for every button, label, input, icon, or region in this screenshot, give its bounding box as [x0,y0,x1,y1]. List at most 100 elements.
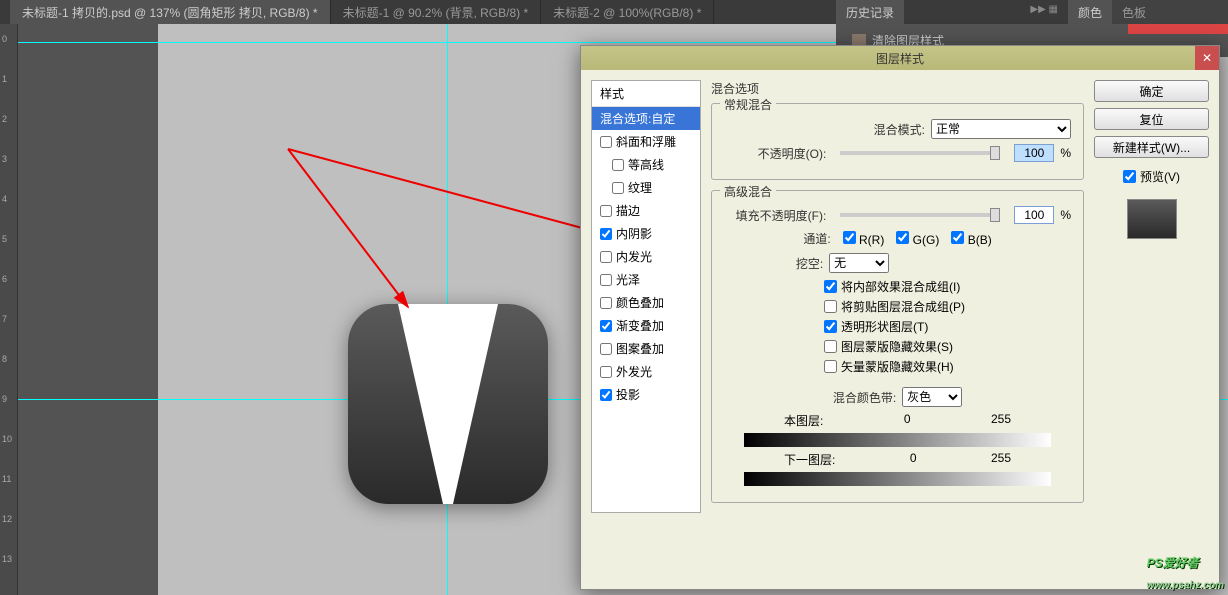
dialog-titlebar[interactable]: 图层样式 ✕ [581,46,1219,70]
style-label: 投影 [616,386,640,403]
ruler-tick: 2 [2,114,7,124]
knockout-select[interactable]: 无 [829,253,889,273]
adv-checkbox[interactable] [824,280,837,293]
style-checkbox[interactable] [600,297,612,309]
blend-mode-select[interactable]: 正常 [931,119,1071,139]
style-checkbox[interactable] [600,389,612,401]
history-tab[interactable]: 历史记录 [836,0,904,24]
style-label: 等高线 [628,156,664,173]
adv-checkbox[interactable] [824,300,837,313]
new-style-button[interactable]: 新建样式(W)... [1094,136,1209,158]
styles-header: 样式 [592,81,700,107]
percent-label-2: % [1060,208,1071,222]
style-checkbox[interactable] [600,343,612,355]
adv-check-3[interactable]: 图层蒙版隐藏效果(S) [724,338,1071,355]
adv-check-label: 将内部效果混合成组(I) [841,278,960,295]
adv-check-1[interactable]: 将剪贴图层混合成组(P) [724,298,1071,315]
close-button[interactable]: ✕ [1195,46,1219,70]
blending-options-panel: 混合选项 常规混合 混合模式: 正常 不透明度(O): % 高级混合 [711,80,1084,513]
style-label: 混合选项:自定 [600,110,675,127]
range-low-2: 0 [910,451,917,468]
opacity-input[interactable] [1014,144,1054,162]
color-tab[interactable]: 颜色 [1068,0,1112,24]
ruler-tick: 0 [2,34,7,44]
style-item-5[interactable]: 内阴影 [592,222,700,245]
style-checkbox[interactable] [600,274,612,286]
style-checkbox[interactable] [600,320,612,332]
rounded-rect-shape[interactable] [348,304,548,504]
adv-checkbox[interactable] [824,320,837,333]
general-blend-label: 常规混合 [720,96,776,113]
fill-opacity-slider[interactable] [840,213,1000,217]
ok-button[interactable]: 确定 [1094,80,1209,102]
blend-if-select[interactable]: 灰色 [902,387,962,407]
ruler-tick: 12 [2,514,12,524]
channel-r[interactable]: R(R) [843,231,885,247]
style-item-1[interactable]: 斜面和浮雕 [592,130,700,153]
style-item-3[interactable]: 纹理 [592,176,700,199]
doc-tab-3[interactable]: 未标题-2 @ 100%(RGB/8) * [541,0,714,24]
adv-check-0[interactable]: 将内部效果混合成组(I) [724,278,1071,295]
ruler-tick: 9 [2,394,7,404]
style-item-7[interactable]: 光泽 [592,268,700,291]
opacity-slider[interactable] [840,151,1000,155]
style-item-0[interactable]: 混合选项:自定 [592,107,700,130]
color-swatch[interactable] [1128,24,1228,34]
ruler-tick: 13 [2,554,12,564]
style-checkbox[interactable] [600,366,612,378]
ruler-tick: 3 [2,154,7,164]
adv-checkbox[interactable] [824,360,837,373]
style-item-10[interactable]: 图案叠加 [592,337,700,360]
style-checkbox[interactable] [600,205,612,217]
adv-check-4[interactable]: 矢量蒙版隐藏效果(H) [724,358,1071,375]
fill-opacity-input[interactable] [1014,206,1054,224]
style-checkbox[interactable] [600,251,612,263]
style-item-6[interactable]: 内发光 [592,245,700,268]
blend-if-label: 混合颜色带: [833,389,896,406]
adv-check-label: 图层蒙版隐藏效果(S) [841,338,953,355]
style-label: 渐变叠加 [616,317,664,334]
range-high-2: 255 [991,451,1011,468]
style-label: 颜色叠加 [616,294,664,311]
blend-mode-label: 混合模式: [874,121,925,138]
style-checkbox[interactable] [612,159,624,171]
opacity-label: 不透明度(O): [758,145,827,162]
ruler-tick: 4 [2,194,7,204]
this-layer-gradient[interactable] [744,433,1051,447]
style-checkbox[interactable] [600,136,612,148]
layer-style-dialog: 图层样式 ✕ 样式 混合选项:自定斜面和浮雕等高线纹理描边内阴影内发光光泽颜色叠… [580,45,1220,590]
doc-tab-2[interactable]: 未标题-1 @ 90.2% (背景, RGB/8) * [331,0,542,24]
underlying-gradient[interactable] [744,472,1051,486]
channel-g[interactable]: G(G) [896,231,939,247]
watermark: PS爱好者 www.psahz.com [1147,551,1224,593]
advanced-blending-group: 高级混合 填充不透明度(F): % 通道: R(R) G(G) B(B) 挖空:… [711,190,1084,503]
style-checkbox[interactable] [612,182,624,194]
underlying-label: 下一图层: [784,451,835,468]
style-item-8[interactable]: 颜色叠加 [592,291,700,314]
preview-label: 预览(V) [1140,168,1180,185]
preview-checkbox[interactable] [1123,170,1136,183]
cancel-button[interactable]: 复位 [1094,108,1209,130]
style-label: 纹理 [628,179,652,196]
style-item-9[interactable]: 渐变叠加 [592,314,700,337]
color-panel: 颜色 色板 [1068,0,1228,24]
channel-b[interactable]: B(B) [951,231,991,247]
adv-check-2[interactable]: 透明形状图层(T) [724,318,1071,335]
ruler-tick: 6 [2,274,7,284]
adv-check-label: 将剪贴图层混合成组(P) [841,298,965,315]
dialog-buttons: 确定 复位 新建样式(W)... 预览(V) [1094,80,1209,513]
style-item-11[interactable]: 外发光 [592,360,700,383]
style-item-4[interactable]: 描边 [592,199,700,222]
canvas-edge [18,24,158,595]
panel-expand-icon[interactable]: ▶▶ ▦ [1030,4,1058,15]
style-item-12[interactable]: 投影 [592,383,700,406]
style-checkbox[interactable] [600,228,612,240]
style-label: 内阴影 [616,225,652,242]
white-wedge-shape [398,304,498,504]
doc-tab-1[interactable]: 未标题-1 拷贝的.psd @ 137% (圆角矩形 拷贝, RGB/8) * [10,0,331,24]
adv-checkbox[interactable] [824,340,837,353]
knockout-label: 挖空: [796,255,823,272]
swatches-tab[interactable]: 色板 [1112,0,1156,24]
style-label: 图案叠加 [616,340,664,357]
style-item-2[interactable]: 等高线 [592,153,700,176]
